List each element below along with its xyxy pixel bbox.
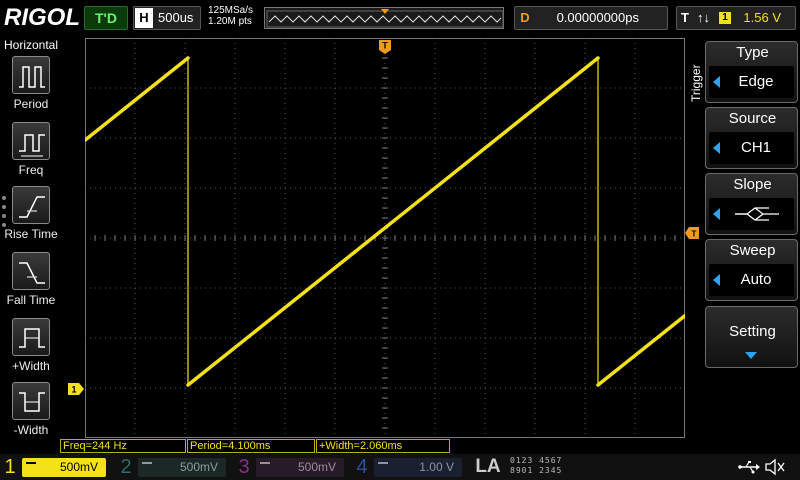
left-arrow-icon xyxy=(713,274,720,286)
either-edge-icon xyxy=(735,207,779,221)
menu-title: Type xyxy=(736,44,769,61)
horizontal-letter: H xyxy=(135,8,153,28)
setting-label: Setting xyxy=(729,323,776,340)
positive-width-icon xyxy=(19,328,45,348)
menu-item-label: Freq xyxy=(18,163,44,177)
acquisition-info: 125MSa/s 1.20M pts xyxy=(208,5,253,27)
trigger-sweep-menu[interactable]: Sweep Auto xyxy=(705,239,798,301)
measure-freq-button[interactable]: Freq xyxy=(0,122,62,186)
fall-time-icon xyxy=(19,262,45,284)
negative-width-icon xyxy=(19,392,45,412)
measurement-period[interactable]: Period=4.100ms xyxy=(187,439,315,453)
menu-item-label: -Width xyxy=(13,423,49,437)
channel-scale: 500mV xyxy=(179,460,218,474)
period-icon xyxy=(19,66,45,88)
measure-period-button[interactable]: Period xyxy=(0,56,62,120)
menu-title: Horizontal xyxy=(3,38,59,52)
ch4-status[interactable]: 4 1.00 V xyxy=(352,455,468,480)
trigger-level-marker[interactable]: T xyxy=(685,227,699,239)
page-indicator-dots xyxy=(2,196,7,232)
svg-text:1: 1 xyxy=(71,385,76,395)
memory-waveform-icon xyxy=(266,9,504,28)
trigger-letter: T xyxy=(681,10,689,25)
logic-analyzer-button[interactable]: LA xyxy=(470,456,506,478)
run-status-indicator[interactable]: T'D xyxy=(84,6,128,30)
trigger-slope-menu[interactable]: Slope xyxy=(705,173,798,235)
menu-title: Source xyxy=(728,110,777,127)
left-arrow-icon xyxy=(713,142,720,154)
measure-positive-width-button[interactable]: +Width xyxy=(0,318,62,382)
measure-fall-time-button[interactable]: Fall Time xyxy=(0,252,62,316)
graticule xyxy=(85,38,685,438)
measure-rise-time-button[interactable]: Rise Time xyxy=(0,186,62,250)
trigger-source-menu[interactable]: Source CH1 xyxy=(705,107,798,169)
chevron-down-icon xyxy=(745,352,757,359)
ch3-status[interactable]: 3 500mV xyxy=(234,455,350,480)
menu-value: CH1 xyxy=(740,139,771,156)
memory-overview[interactable] xyxy=(264,7,504,29)
timebase-box[interactable]: H 500us xyxy=(133,6,201,30)
menu-value: Edge xyxy=(738,73,774,90)
trace-ramp xyxy=(186,56,600,387)
measurement-freq[interactable]: Freq=244 Hz xyxy=(60,439,186,453)
channel-number: 1 xyxy=(4,456,16,478)
ch1-status[interactable]: 1 500mV xyxy=(0,455,112,480)
sample-rate: 125MSa/s xyxy=(208,5,254,16)
trigger-type-menu[interactable]: Type Edge xyxy=(705,41,798,103)
trace-ramp xyxy=(85,56,190,142)
rigol-logo: RIGOL xyxy=(4,4,80,31)
menu-title: Sweep xyxy=(729,242,776,259)
menu-item-label: Fall Time xyxy=(6,293,56,307)
menu-title: Slope xyxy=(733,176,772,193)
status-bar: RIGOL T'D H 500us 125MSa/s 1.20M pts D 0… xyxy=(0,0,800,36)
menu-item-label: Rise Time xyxy=(4,227,58,241)
rise-time-icon xyxy=(19,196,45,218)
dc-coupling-icon xyxy=(26,462,36,470)
left-arrow-icon xyxy=(713,76,720,88)
menu-item-label: Period xyxy=(13,97,49,111)
channel-number: 2 xyxy=(120,456,132,478)
delay-value: 0.00000000ps xyxy=(556,10,639,25)
la-channel-bits: 0123 4567 8901 2345 xyxy=(510,456,563,475)
channel-number: 3 xyxy=(238,456,250,478)
trace-ramp xyxy=(596,313,685,387)
channel-scale: 500mV xyxy=(59,460,98,474)
channel-status-bar: 1 500mV 2 500mV 3 500mV 4 1.00 V LA 0123… xyxy=(0,454,800,480)
timebase-value: 500us xyxy=(158,10,194,25)
channel-scale: 500mV xyxy=(297,460,336,474)
trigger-box[interactable]: T ↑↓ 1 1.56 V xyxy=(676,6,796,30)
svg-text:T: T xyxy=(692,230,697,239)
measure-negative-width-button[interactable]: -Width xyxy=(0,382,62,446)
svg-text:T: T xyxy=(382,41,388,51)
delay-letter: D xyxy=(520,10,530,25)
frequency-icon xyxy=(19,134,45,157)
dc-coupling-icon xyxy=(260,462,270,470)
edge-slope-icon: ↑↓ xyxy=(697,10,710,25)
menu-item-label: +Width xyxy=(12,359,50,373)
trigger-channel: 1 xyxy=(719,12,731,24)
trigger-setting-button[interactable]: Setting xyxy=(705,306,798,368)
channel-scale: 1.00 V xyxy=(419,460,454,474)
usb-icon xyxy=(738,461,760,474)
measurement-positive-width[interactable]: +Width=2.060ms xyxy=(316,439,450,453)
dc-coupling-icon xyxy=(142,462,152,470)
speaker-muted-icon[interactable] xyxy=(764,458,786,476)
measurement-results: Freq=244 Hz Period=4.100ms +Width=2.060m… xyxy=(60,439,686,453)
menu-value: Auto xyxy=(740,271,772,288)
ch2-status[interactable]: 2 500mV xyxy=(116,455,232,480)
waveform-display[interactable] xyxy=(85,38,685,438)
ch1-offset-marker[interactable]: 1 xyxy=(68,383,84,395)
trigger-position-marker[interactable]: T xyxy=(379,40,391,54)
trigger-level: 1.56 V xyxy=(743,10,781,25)
delay-box[interactable]: D 0.00000000ps xyxy=(514,6,668,30)
left-arrow-icon xyxy=(713,208,720,220)
dc-coupling-icon xyxy=(378,462,388,470)
horizontal-measure-menu: Horizontal Period Freq Rise Time Fall Ti… xyxy=(0,36,62,440)
channel-number: 4 xyxy=(356,456,368,478)
memory-depth: 1.20M pts xyxy=(208,16,252,27)
